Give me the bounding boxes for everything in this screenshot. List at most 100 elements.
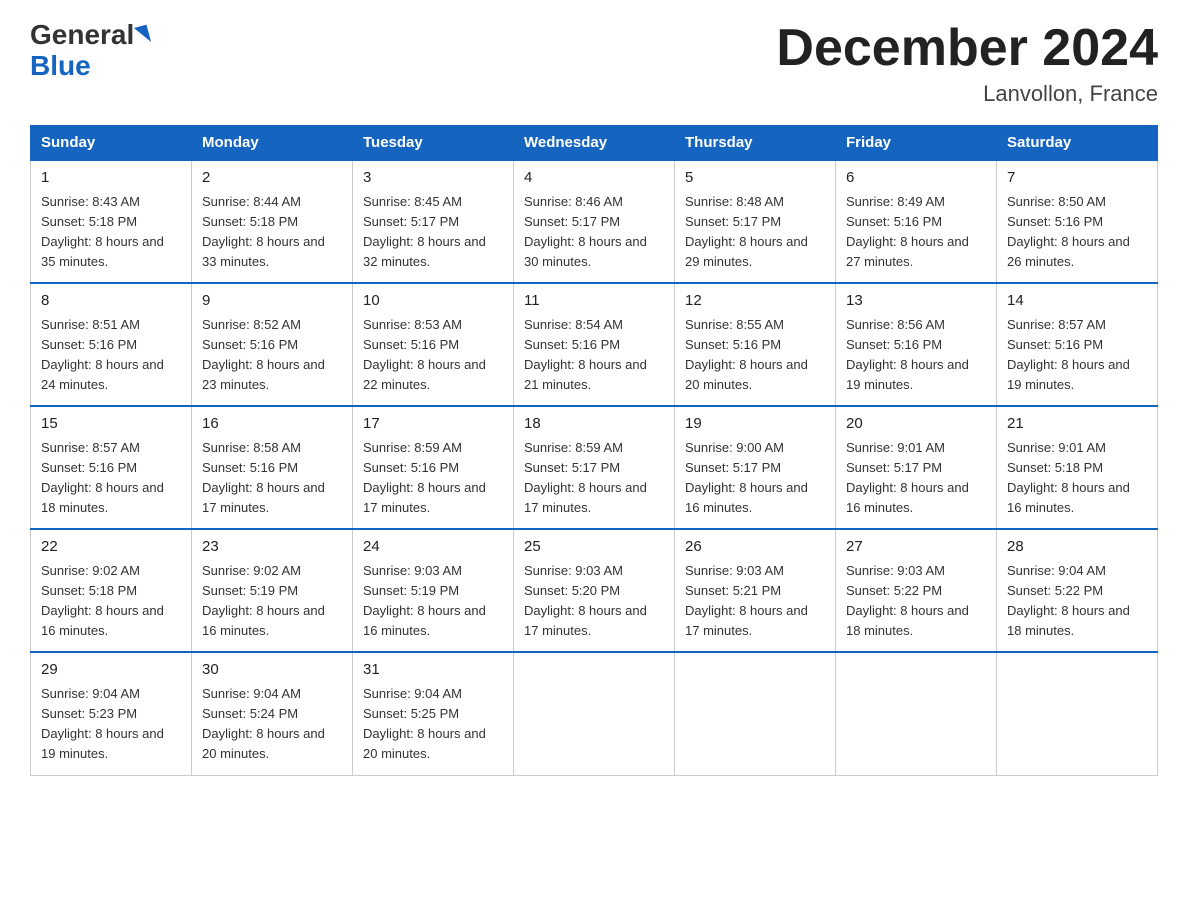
table-row: 20Sunrise: 9:01 AMSunset: 5:17 PMDayligh… [836, 406, 997, 529]
day-number: 20 [846, 413, 986, 436]
logo-general: General [30, 20, 134, 51]
table-row: 4Sunrise: 8:46 AMSunset: 5:17 PMDaylight… [514, 160, 675, 283]
day-info: Sunrise: 8:57 AMSunset: 5:16 PMDaylight:… [41, 438, 181, 519]
table-row: 21Sunrise: 9:01 AMSunset: 5:18 PMDayligh… [997, 406, 1158, 529]
day-info: Sunrise: 9:03 AMSunset: 5:20 PMDaylight:… [524, 561, 664, 642]
table-row [675, 652, 836, 775]
day-number: 5 [685, 167, 825, 190]
day-info: Sunrise: 9:03 AMSunset: 5:22 PMDaylight:… [846, 561, 986, 642]
day-info: Sunrise: 8:50 AMSunset: 5:16 PMDaylight:… [1007, 192, 1147, 273]
day-number: 1 [41, 167, 181, 190]
table-row: 27Sunrise: 9:03 AMSunset: 5:22 PMDayligh… [836, 529, 997, 652]
day-number: 13 [846, 290, 986, 313]
table-row [514, 652, 675, 775]
day-number: 28 [1007, 536, 1147, 559]
week-row-2: 8Sunrise: 8:51 AMSunset: 5:16 PMDaylight… [31, 283, 1158, 406]
day-number: 30 [202, 659, 342, 682]
header-wednesday: Wednesday [514, 126, 675, 161]
day-info: Sunrise: 9:01 AMSunset: 5:18 PMDaylight:… [1007, 438, 1147, 519]
logo-arrow-icon [134, 25, 151, 46]
header-saturday: Saturday [997, 126, 1158, 161]
week-row-5: 29Sunrise: 9:04 AMSunset: 5:23 PMDayligh… [31, 652, 1158, 775]
table-row: 26Sunrise: 9:03 AMSunset: 5:21 PMDayligh… [675, 529, 836, 652]
day-info: Sunrise: 9:04 AMSunset: 5:24 PMDaylight:… [202, 684, 342, 765]
header-monday: Monday [192, 126, 353, 161]
week-row-1: 1Sunrise: 8:43 AMSunset: 5:18 PMDaylight… [31, 160, 1158, 283]
table-row: 31Sunrise: 9:04 AMSunset: 5:25 PMDayligh… [353, 652, 514, 775]
table-row: 23Sunrise: 9:02 AMSunset: 5:19 PMDayligh… [192, 529, 353, 652]
day-number: 12 [685, 290, 825, 313]
calendar-table: SundayMondayTuesdayWednesdayThursdayFrid… [30, 125, 1158, 775]
table-row: 6Sunrise: 8:49 AMSunset: 5:16 PMDaylight… [836, 160, 997, 283]
day-info: Sunrise: 8:52 AMSunset: 5:16 PMDaylight:… [202, 315, 342, 396]
table-row: 24Sunrise: 9:03 AMSunset: 5:19 PMDayligh… [353, 529, 514, 652]
day-info: Sunrise: 9:03 AMSunset: 5:21 PMDaylight:… [685, 561, 825, 642]
week-row-3: 15Sunrise: 8:57 AMSunset: 5:16 PMDayligh… [31, 406, 1158, 529]
header-tuesday: Tuesday [353, 126, 514, 161]
logo: General Blue [30, 20, 149, 82]
title-block: December 2024 Lanvollon, France [776, 20, 1158, 107]
day-info: Sunrise: 8:53 AMSunset: 5:16 PMDaylight:… [363, 315, 503, 396]
day-info: Sunrise: 9:04 AMSunset: 5:22 PMDaylight:… [1007, 561, 1147, 642]
day-number: 25 [524, 536, 664, 559]
day-info: Sunrise: 8:57 AMSunset: 5:16 PMDaylight:… [1007, 315, 1147, 396]
day-number: 11 [524, 290, 664, 313]
day-number: 10 [363, 290, 503, 313]
calendar-title: December 2024 [776, 20, 1158, 77]
table-row: 25Sunrise: 9:03 AMSunset: 5:20 PMDayligh… [514, 529, 675, 652]
day-number: 19 [685, 413, 825, 436]
day-number: 4 [524, 167, 664, 190]
header-thursday: Thursday [675, 126, 836, 161]
day-number: 21 [1007, 413, 1147, 436]
day-info: Sunrise: 9:04 AMSunset: 5:25 PMDaylight:… [363, 684, 503, 765]
table-row: 10Sunrise: 8:53 AMSunset: 5:16 PMDayligh… [353, 283, 514, 406]
table-row: 15Sunrise: 8:57 AMSunset: 5:16 PMDayligh… [31, 406, 192, 529]
table-row: 3Sunrise: 8:45 AMSunset: 5:17 PMDaylight… [353, 160, 514, 283]
logo-blue: Blue [30, 51, 91, 82]
day-number: 16 [202, 413, 342, 436]
day-number: 7 [1007, 167, 1147, 190]
table-row: 29Sunrise: 9:04 AMSunset: 5:23 PMDayligh… [31, 652, 192, 775]
day-info: Sunrise: 9:02 AMSunset: 5:18 PMDaylight:… [41, 561, 181, 642]
day-info: Sunrise: 9:00 AMSunset: 5:17 PMDaylight:… [685, 438, 825, 519]
day-number: 23 [202, 536, 342, 559]
table-row: 18Sunrise: 8:59 AMSunset: 5:17 PMDayligh… [514, 406, 675, 529]
day-number: 31 [363, 659, 503, 682]
day-info: Sunrise: 8:56 AMSunset: 5:16 PMDaylight:… [846, 315, 986, 396]
table-row: 28Sunrise: 9:04 AMSunset: 5:22 PMDayligh… [997, 529, 1158, 652]
calendar-header-row: SundayMondayTuesdayWednesdayThursdayFrid… [31, 126, 1158, 161]
day-info: Sunrise: 8:45 AMSunset: 5:17 PMDaylight:… [363, 192, 503, 273]
page-header: General Blue December 2024 Lanvollon, Fr… [30, 20, 1158, 107]
day-number: 2 [202, 167, 342, 190]
table-row: 5Sunrise: 8:48 AMSunset: 5:17 PMDaylight… [675, 160, 836, 283]
day-info: Sunrise: 8:48 AMSunset: 5:17 PMDaylight:… [685, 192, 825, 273]
day-number: 17 [363, 413, 503, 436]
day-info: Sunrise: 8:58 AMSunset: 5:16 PMDaylight:… [202, 438, 342, 519]
table-row: 2Sunrise: 8:44 AMSunset: 5:18 PMDaylight… [192, 160, 353, 283]
header-sunday: Sunday [31, 126, 192, 161]
day-info: Sunrise: 8:44 AMSunset: 5:18 PMDaylight:… [202, 192, 342, 273]
day-number: 14 [1007, 290, 1147, 313]
table-row: 1Sunrise: 8:43 AMSunset: 5:18 PMDaylight… [31, 160, 192, 283]
day-info: Sunrise: 9:02 AMSunset: 5:19 PMDaylight:… [202, 561, 342, 642]
table-row: 9Sunrise: 8:52 AMSunset: 5:16 PMDaylight… [192, 283, 353, 406]
day-info: Sunrise: 8:59 AMSunset: 5:17 PMDaylight:… [524, 438, 664, 519]
calendar-location: Lanvollon, France [776, 81, 1158, 107]
table-row: 14Sunrise: 8:57 AMSunset: 5:16 PMDayligh… [997, 283, 1158, 406]
day-info: Sunrise: 9:03 AMSunset: 5:19 PMDaylight:… [363, 561, 503, 642]
day-number: 15 [41, 413, 181, 436]
day-info: Sunrise: 8:49 AMSunset: 5:16 PMDaylight:… [846, 192, 986, 273]
day-number: 29 [41, 659, 181, 682]
day-info: Sunrise: 8:54 AMSunset: 5:16 PMDaylight:… [524, 315, 664, 396]
day-number: 6 [846, 167, 986, 190]
table-row: 16Sunrise: 8:58 AMSunset: 5:16 PMDayligh… [192, 406, 353, 529]
day-number: 27 [846, 536, 986, 559]
day-info: Sunrise: 8:46 AMSunset: 5:17 PMDaylight:… [524, 192, 664, 273]
table-row [997, 652, 1158, 775]
day-info: Sunrise: 8:59 AMSunset: 5:16 PMDaylight:… [363, 438, 503, 519]
table-row: 8Sunrise: 8:51 AMSunset: 5:16 PMDaylight… [31, 283, 192, 406]
day-number: 18 [524, 413, 664, 436]
day-info: Sunrise: 8:55 AMSunset: 5:16 PMDaylight:… [685, 315, 825, 396]
table-row: 12Sunrise: 8:55 AMSunset: 5:16 PMDayligh… [675, 283, 836, 406]
table-row: 19Sunrise: 9:00 AMSunset: 5:17 PMDayligh… [675, 406, 836, 529]
